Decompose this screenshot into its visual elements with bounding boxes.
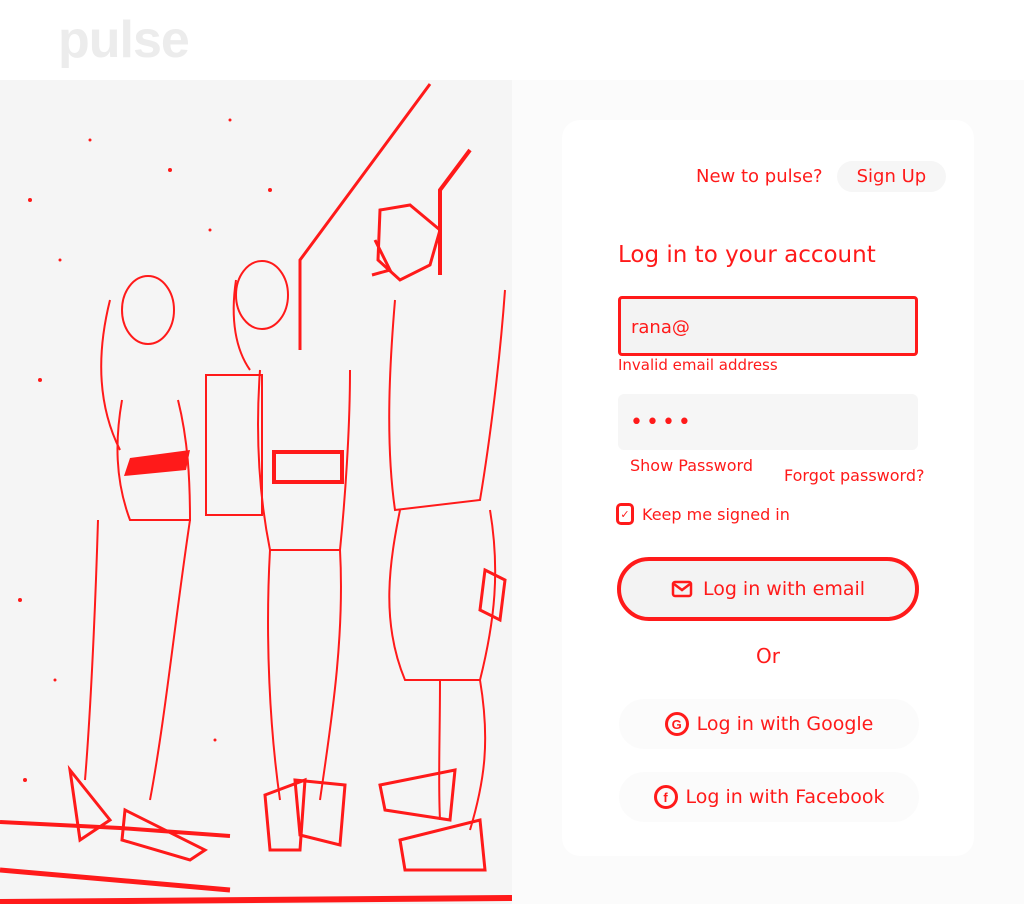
signup-prompt: New to pulse? (696, 165, 823, 187)
keep-signed-in-row: ✓ Keep me signed in (616, 503, 790, 525)
or-divider: Or (756, 644, 780, 668)
fitness-friends-illustration (0, 80, 512, 904)
login-heading: Log in to your account (618, 242, 876, 268)
login-with-email-label: Log in with email (702, 578, 866, 600)
hero-image (0, 80, 512, 904)
login-with-google-button[interactable]: G Log in with Google (619, 699, 919, 749)
show-password-toggle[interactable]: Show Password (630, 456, 753, 475)
signup-row: New to pulse? Sign Up (696, 160, 947, 192)
login-with-email-button[interactable]: Log in with email (617, 557, 919, 621)
login-with-facebook-label: Log in with Facebook (685, 786, 885, 808)
email-input[interactable] (631, 313, 901, 341)
email-error-message: Invalid email address (618, 356, 778, 374)
checkbox-icon[interactable]: ✓ (616, 503, 634, 525)
keep-signed-in-label: Keep me signed in (642, 504, 790, 524)
password-input[interactable] (630, 408, 900, 436)
password-field-container (618, 394, 918, 450)
login-with-facebook-button[interactable]: f Log in with Facebook (619, 772, 919, 822)
google-icon: G (664, 712, 689, 736)
envelope-icon (671, 580, 693, 598)
sign-up-button[interactable]: Sign Up (836, 160, 947, 192)
facebook-icon: f (653, 785, 678, 809)
email-field-container (618, 296, 918, 356)
pulse-logo[interactable]: pulse (58, 10, 190, 70)
forgot-password-link[interactable]: Forgot password? (784, 466, 924, 485)
top-header: pulse (0, 0, 1024, 80)
login-with-google-label: Log in with Google (696, 713, 874, 735)
